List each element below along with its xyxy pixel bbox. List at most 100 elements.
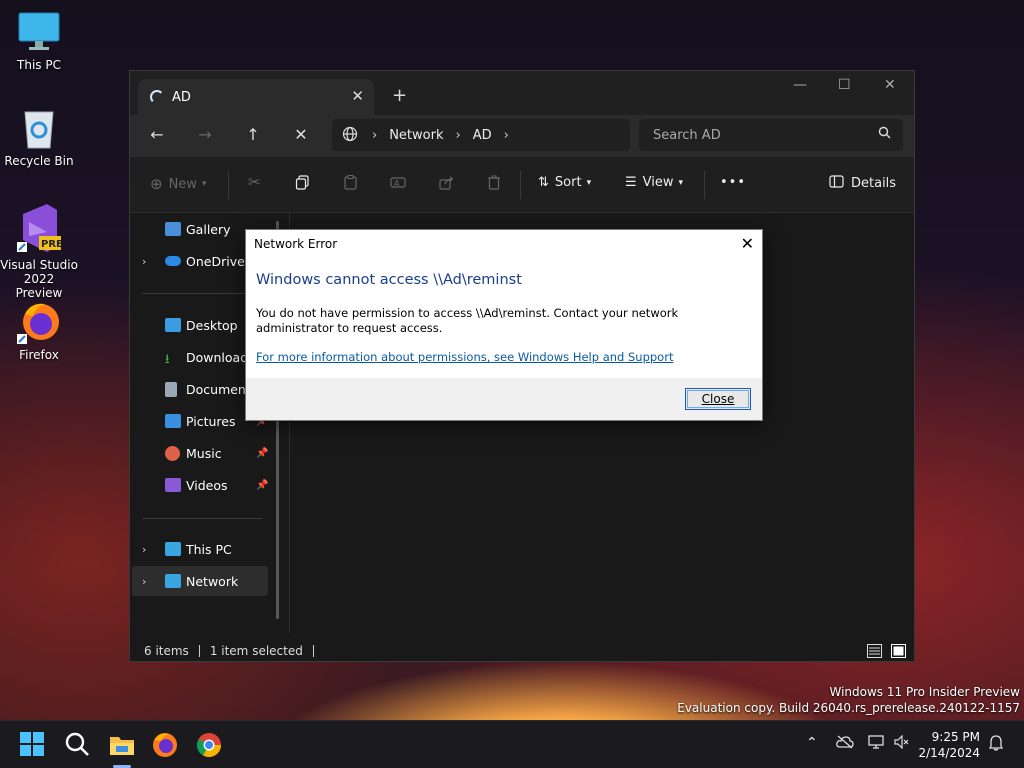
recycle-bin-icon: [17, 106, 61, 150]
details-view-icon[interactable]: [867, 644, 882, 661]
volume-muted-icon[interactable]: [894, 734, 910, 753]
more-options-button[interactable]: •••: [720, 175, 746, 190]
notification-bell-icon[interactable]: [988, 735, 1004, 755]
desktop-icon-firefox[interactable]: Firefox: [0, 300, 78, 362]
desktop-icon-visual-studio[interactable]: PRE Visual Studio 2022 Preview: [0, 202, 78, 300]
toolbar-divider: [228, 171, 229, 199]
music-icon: [165, 445, 180, 461]
breadcrumb-chevron-icon[interactable]: ›: [504, 128, 509, 143]
show-hidden-icons-chevron-icon[interactable]: ⌃: [806, 735, 818, 751]
close-button[interactable]: Close: [685, 388, 751, 410]
breadcrumb-chevron-icon[interactable]: ›: [455, 128, 460, 143]
firefox-taskbar-icon[interactable]: [151, 731, 179, 759]
view-label: View: [642, 175, 674, 190]
sidebar-item-music[interactable]: Music 📌: [132, 438, 268, 468]
tiles-view-icon[interactable]: [891, 644, 906, 661]
chevron-right-icon[interactable]: ›: [142, 543, 146, 556]
dialog-close-icon[interactable]: ✕: [741, 234, 754, 253]
tab-title: AD: [172, 89, 191, 105]
close-window-button[interactable]: ✕: [884, 77, 896, 93]
file-explorer-icon[interactable]: [108, 731, 136, 759]
system-clock[interactable]: 9:25 PM 2/14/2024: [914, 729, 980, 761]
search-placeholder: Search AD: [653, 127, 721, 143]
start-icon[interactable]: [19, 731, 47, 759]
sidebar-item-this-pc[interactable]: › This PC: [132, 534, 268, 564]
network-tray-icon[interactable]: [868, 735, 886, 753]
plus-circle-icon: ⊕: [150, 175, 163, 193]
chevron-down-icon: ▾: [201, 179, 207, 189]
onedrive-tray-icon[interactable]: [836, 735, 854, 753]
chevron-down-icon: ▾: [678, 177, 684, 188]
search-icon: [878, 126, 891, 143]
new-label: New: [168, 176, 197, 192]
desktop-icon-label: Visual Studio 2022 Preview: [0, 258, 78, 300]
view-button[interactable]: ☰ View ▾: [625, 175, 683, 190]
address-bar[interactable]: › Network › AD ›: [332, 119, 630, 151]
details-pane-button[interactable]: Details: [829, 175, 896, 192]
new-button[interactable]: ⊕ New ▾: [150, 175, 206, 193]
minimize-button[interactable]: —: [793, 77, 807, 93]
maximize-button[interactable]: ☐: [838, 77, 851, 93]
back-button[interactable]: ←: [147, 125, 167, 144]
search-input[interactable]: Search AD: [639, 119, 903, 151]
details-pane-icon: [829, 175, 844, 192]
chevron-right-icon[interactable]: ›: [142, 255, 146, 268]
sidebar-item-network[interactable]: › Network: [132, 566, 268, 596]
dialog-footer: Close: [246, 378, 762, 420]
sidebar-item-label: Videos: [186, 477, 228, 493]
monitor-icon: [17, 10, 61, 54]
status-divider: [198, 645, 200, 657]
sidebar-item-label: Music: [186, 445, 222, 461]
pin-icon[interactable]: 📌: [256, 480, 268, 491]
downloads-icon: ⭳: [165, 352, 170, 367]
pin-icon[interactable]: 📌: [256, 448, 268, 459]
dialog-heading: Windows cannot access \\Ad\reminst: [256, 272, 522, 288]
delete-icon[interactable]: [487, 175, 501, 190]
help-link[interactable]: For more information about permissions, …: [256, 350, 673, 364]
network-error-dialog: Network Error ✕ Windows cannot access \\…: [245, 229, 763, 421]
chevron-down-icon: ▾: [586, 177, 592, 188]
dialog-title: Network Error: [254, 237, 338, 251]
onedrive-icon: [165, 256, 181, 266]
stop-button[interactable]: ✕: [291, 125, 311, 144]
up-button[interactable]: ↑: [243, 125, 263, 144]
dialog-message: You do not have permission to access \\A…: [256, 306, 679, 335]
command-bar: ⊕ New ▾ ✂ A ⇅ Sort ▾ ☰ View ▾ ••• Detail…: [130, 157, 914, 213]
desktop-icon-label: Firefox: [19, 348, 59, 362]
watermark-line-1: Windows 11 Pro Insider Preview: [829, 685, 1020, 699]
rename-icon[interactable]: A: [390, 175, 406, 190]
pictures-icon: [165, 414, 181, 428]
copy-icon[interactable]: [295, 175, 310, 190]
clock-date: 2/14/2024: [918, 746, 980, 760]
breadcrumb-ad[interactable]: AD: [473, 128, 492, 143]
sort-button[interactable]: ⇅ Sort ▾: [538, 175, 591, 190]
search-icon[interactable]: [64, 731, 92, 759]
firefox-icon: [17, 300, 61, 344]
cut-icon[interactable]: ✂: [248, 173, 261, 191]
sidebar-item-label: Network: [186, 573, 239, 589]
breadcrumb-chevron-icon[interactable]: ›: [372, 128, 377, 143]
sidebar-item-label: Pictures: [186, 413, 236, 429]
chevron-right-icon[interactable]: ›: [142, 575, 146, 588]
tab-close-icon[interactable]: ✕: [351, 87, 364, 105]
breadcrumb-network[interactable]: Network: [389, 128, 443, 143]
paste-icon[interactable]: [343, 175, 358, 190]
selection-count: 1 item selected: [209, 644, 303, 658]
watermark-line-2: Evaluation copy. Build 26040.rs_prerelea…: [677, 701, 1020, 715]
sidebar-item-label: Desktop: [186, 317, 238, 333]
desktop-icon-recycle-bin[interactable]: Recycle Bin: [0, 106, 78, 168]
status-divider: [312, 645, 314, 657]
desktop-icon-this-pc[interactable]: This PC: [0, 10, 78, 72]
share-icon[interactable]: [439, 175, 454, 190]
sort-icon: ⇅: [538, 175, 549, 190]
chrome-icon[interactable]: [195, 731, 223, 759]
visual-studio-icon: PRE: [17, 202, 63, 254]
forward-button[interactable]: →: [195, 125, 215, 144]
sidebar-item-label: Gallery: [186, 221, 231, 237]
sidebar-item-videos[interactable]: Videos 📌: [132, 470, 268, 500]
globe-icon: [342, 126, 358, 145]
documents-icon: [165, 381, 177, 397]
new-tab-button[interactable]: +: [392, 85, 407, 106]
network-icon: [165, 574, 181, 588]
tab-ad[interactable]: AD ✕: [138, 79, 374, 115]
